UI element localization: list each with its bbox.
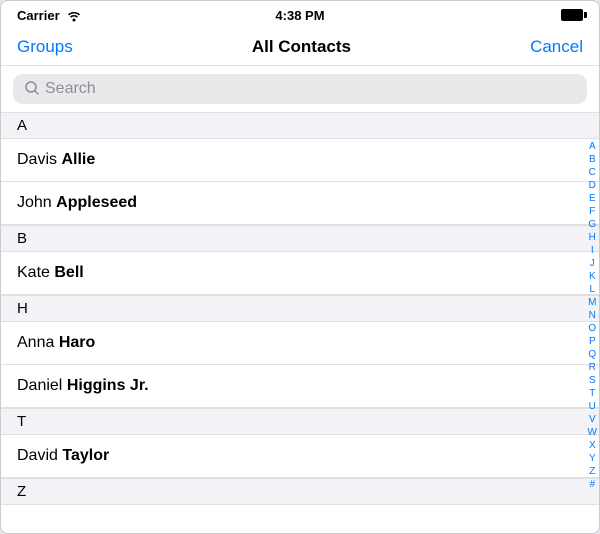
search-container: Search [1,66,599,112]
contact-row[interactable]: David Taylor [1,435,599,478]
carrier-label: Carrier [17,8,82,23]
search-placeholder: Search [45,80,96,98]
alpha-t[interactable]: T [589,387,595,400]
carrier-text: Carrier [17,8,60,23]
alpha-g[interactable]: G [588,218,596,231]
groups-button[interactable]: Groups [17,37,73,57]
alpha-u[interactable]: U [589,400,596,413]
contact-name: Hank M. Zakroff [17,517,135,518]
alpha-a[interactable]: A [589,140,596,153]
alphabet-index: A B C D E F G H I J K L M N O P Q R S T … [588,112,597,518]
alpha-s[interactable]: S [589,374,596,387]
search-icon [25,81,39,98]
section-header-z: Z [1,478,599,505]
alpha-hash[interactable]: # [589,478,595,491]
alpha-b[interactable]: B [589,153,596,166]
alpha-c[interactable]: C [589,166,596,179]
contact-name: David Taylor [17,447,109,465]
alpha-m[interactable]: M [588,296,596,309]
alpha-z[interactable]: Z [589,465,595,478]
alpha-y[interactable]: Y [589,452,596,465]
contact-name: Daniel Higgins Jr. [17,377,149,395]
phone-frame: Carrier 4:38 PM Groups All Contacts Canc… [0,0,600,534]
alpha-l[interactable]: L [589,283,595,296]
alpha-n[interactable]: N [589,309,596,322]
contact-name: Davis Allie [17,151,95,169]
alpha-d[interactable]: D [589,179,596,192]
contact-name: Anna Haro [17,334,95,352]
contact-row[interactable]: Hank M. Zakroff [1,505,599,518]
section-header-b: B [1,225,599,252]
alpha-w[interactable]: W [588,426,597,439]
section-header-t: T [1,408,599,435]
contact-name: John Appleseed [17,194,137,212]
alpha-p[interactable]: P [589,335,596,348]
alpha-e[interactable]: E [589,192,596,205]
nav-bar: Groups All Contacts Cancel [1,29,599,66]
nav-title: All Contacts [252,37,351,57]
battery-icon [561,9,583,21]
alpha-h[interactable]: H [589,231,596,244]
alpha-i[interactable]: I [591,244,594,257]
alpha-r[interactable]: R [589,361,596,374]
contact-name: Kate Bell [17,264,84,282]
status-time: 4:38 PM [275,8,324,23]
wifi-icon [66,10,82,22]
contact-row[interactable]: Davis Allie [1,139,599,182]
alpha-f[interactable]: F [589,205,595,218]
contact-row[interactable]: Daniel Higgins Jr. [1,365,599,408]
contact-list: A Davis Allie John Appleseed B Kate Bell… [1,112,599,518]
alpha-k[interactable]: K [589,270,596,283]
alpha-v[interactable]: V [589,413,596,426]
section-header-h: H [1,295,599,322]
contact-list-wrapper: A Davis Allie John Appleseed B Kate Bell… [1,112,599,518]
status-right [561,9,583,21]
cancel-button[interactable]: Cancel [530,37,583,57]
status-bar: Carrier 4:38 PM [1,1,599,29]
alpha-q[interactable]: Q [588,348,596,361]
contact-row[interactable]: Anna Haro [1,322,599,365]
contact-row[interactable]: John Appleseed [1,182,599,225]
alpha-j[interactable]: J [590,257,595,270]
section-header-a: A [1,112,599,139]
contact-row[interactable]: Kate Bell [1,252,599,295]
alpha-o[interactable]: O [588,322,596,335]
alpha-x[interactable]: X [589,439,596,452]
search-bar[interactable]: Search [13,74,587,104]
